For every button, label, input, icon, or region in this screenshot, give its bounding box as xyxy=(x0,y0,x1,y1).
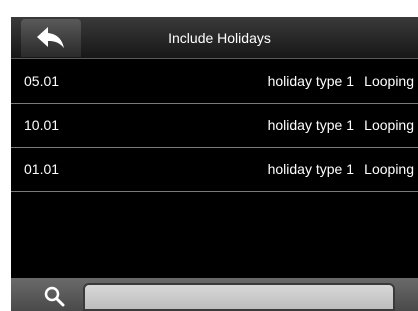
search-input[interactable] xyxy=(83,283,395,311)
holiday-type: holiday type 1 xyxy=(267,161,354,177)
holiday-date: 05.01 xyxy=(24,73,60,89)
device-screen: Include Holidays 05.01 holiday type 1 Lo… xyxy=(11,17,418,311)
header-bar: Include Holidays xyxy=(11,17,418,59)
holiday-type: holiday type 1 xyxy=(267,117,354,133)
holiday-mode: Looping xyxy=(364,73,414,89)
search-bar xyxy=(11,278,418,311)
holiday-type: holiday type 1 xyxy=(267,73,354,89)
back-arrow-icon xyxy=(37,27,64,48)
holiday-mode: Looping xyxy=(364,117,414,133)
holiday-list: 05.01 holiday type 1 Looping 10.01 holid… xyxy=(11,60,418,192)
holiday-row[interactable]: 10.01 holiday type 1 Looping xyxy=(11,104,418,148)
back-button[interactable] xyxy=(21,19,81,57)
holiday-date: 10.01 xyxy=(24,117,60,133)
holiday-mode: Looping xyxy=(364,161,414,177)
holiday-row[interactable]: 05.01 holiday type 1 Looping xyxy=(11,60,418,104)
search-icon[interactable] xyxy=(43,285,65,307)
page-title: Include Holidays xyxy=(168,30,271,46)
holiday-row[interactable]: 01.01 holiday type 1 Looping xyxy=(11,148,418,192)
holiday-date: 01.01 xyxy=(24,161,60,177)
